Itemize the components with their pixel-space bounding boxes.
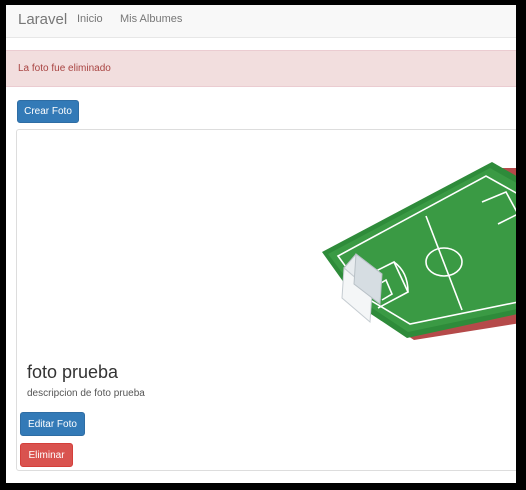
nav-link-mis-albumes[interactable]: Mis Albumes	[120, 13, 182, 25]
navbar: Laravel Inicio Mis Albumes	[6, 5, 516, 38]
photo-title: foto prueba	[27, 362, 119, 382]
browser-viewport: Laravel Inicio Mis Albumes La foto fue e…	[6, 5, 516, 483]
alert-message: La foto fue eliminado	[6, 50, 516, 87]
delete-photo-button[interactable]: Eliminar	[20, 443, 73, 467]
edit-photo-button[interactable]: Editar Foto	[20, 412, 85, 436]
photo-card: foto prueba descripcion de foto prueba E…	[16, 129, 516, 471]
soccer-field-image	[322, 162, 516, 340]
photo-description: descripcion de foto prueba	[27, 388, 145, 399]
alert-text: La foto fue eliminado	[18, 63, 111, 74]
create-photo-button[interactable]: Crear Foto	[17, 100, 79, 123]
nav-link-inicio[interactable]: Inicio	[77, 13, 103, 25]
navbar-brand[interactable]: Laravel	[18, 11, 67, 28]
